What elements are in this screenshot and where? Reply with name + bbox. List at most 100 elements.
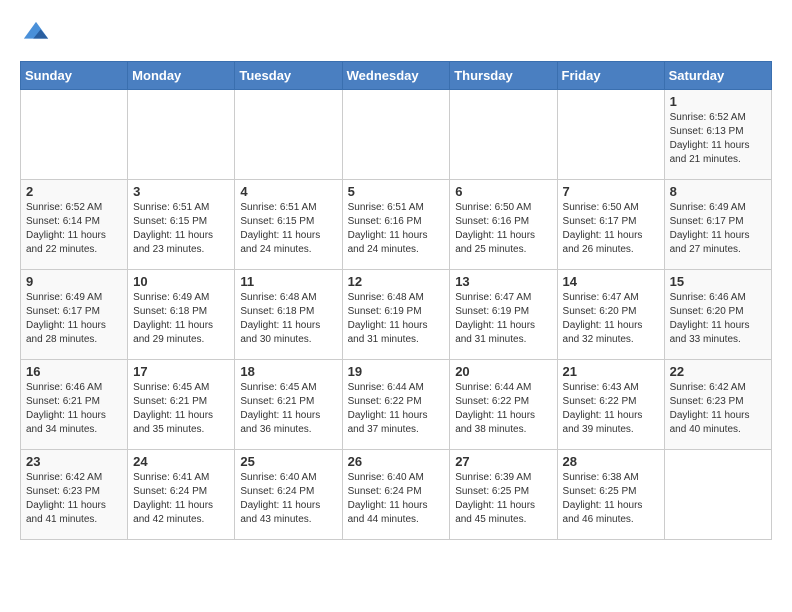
calendar-cell: 6Sunrise: 6:50 AM Sunset: 6:16 PM Daylig… bbox=[450, 180, 557, 270]
calendar-week-row: 23 Sunrise: 6:42 AM Sunset: 6:23 PM Dayli… bbox=[21, 450, 772, 540]
calendar-cell: 3 Sunrise: 6:51 AM Sunset: 6:15 PM Daylig… bbox=[128, 180, 235, 270]
calendar-cell: 15 Sunrise: 6:46 AM Sunset: 6:20 PM Dayli… bbox=[664, 270, 771, 360]
day-number: 19 bbox=[348, 364, 445, 379]
day-info: Sunrise: 6:51 AM Sunset: 6:15 PM Dayligh… bbox=[240, 201, 336, 257]
logo bbox=[20, 20, 50, 53]
weekday-header: Saturday bbox=[664, 62, 771, 90]
day-info: Sunrise: 6:42 AM Sunset: 6:23 PM Dayligh… bbox=[670, 381, 766, 437]
calendar-cell bbox=[557, 90, 664, 180]
day-info: Sunrise: 6:47 AM Sunset: 6:20 PM Dayligh… bbox=[563, 291, 659, 347]
calendar-table: SundayMondayTuesdayWednesdayThursdayFrid… bbox=[20, 61, 772, 540]
day-number: 14 bbox=[563, 274, 659, 289]
calendar-cell: 12 Sunrise: 6:48 AM Sunset: 6:19 PM Dayli… bbox=[342, 270, 450, 360]
day-number: 4 bbox=[240, 184, 336, 199]
day-info: Sunrise: 6:41 AM Sunset: 6:24 PM Dayligh… bbox=[133, 471, 229, 527]
day-info: Sunrise: 6:44 AM Sunset: 6:22 PM Dayligh… bbox=[348, 381, 445, 437]
day-info: Sunrise: 6:51 AM Sunset: 6:15 PM Dayligh… bbox=[133, 201, 229, 257]
day-info: Sunrise: 6:46 AM Sunset: 6:20 PM Dayligh… bbox=[670, 291, 766, 347]
day-number: 10 bbox=[133, 274, 229, 289]
calendar-cell: 17 Sunrise: 6:45 AM Sunset: 6:21 PM Dayli… bbox=[128, 360, 235, 450]
calendar-week-row: 2 Sunrise: 6:52 AM Sunset: 6:14 PM Daylig… bbox=[21, 180, 772, 270]
day-info: Sunrise: 6:42 AM Sunset: 6:23 PM Dayligh… bbox=[26, 471, 122, 527]
day-number: 6 bbox=[455, 184, 551, 199]
day-number: 15 bbox=[670, 274, 766, 289]
calendar-cell: 5Sunrise: 6:51 AM Sunset: 6:16 PM Daylig… bbox=[342, 180, 450, 270]
calendar-cell: 13 Sunrise: 6:47 AM Sunset: 6:19 PM Dayli… bbox=[450, 270, 557, 360]
calendar-cell: 9 Sunrise: 6:49 AM Sunset: 6:17 PM Daylig… bbox=[21, 270, 128, 360]
day-info: Sunrise: 6:46 AM Sunset: 6:21 PM Dayligh… bbox=[26, 381, 122, 437]
calendar-cell: 25 Sunrise: 6:40 AM Sunset: 6:24 PM Dayli… bbox=[235, 450, 342, 540]
day-number: 16 bbox=[26, 364, 122, 379]
day-info: Sunrise: 6:38 AM Sunset: 6:25 PM Dayligh… bbox=[563, 471, 659, 527]
calendar-cell: 10 Sunrise: 6:49 AM Sunset: 6:18 PM Dayli… bbox=[128, 270, 235, 360]
day-info: Sunrise: 6:44 AM Sunset: 6:22 PM Dayligh… bbox=[455, 381, 551, 437]
calendar-cell bbox=[128, 90, 235, 180]
calendar-cell: 27 Sunrise: 6:39 AM Sunset: 6:25 PM Dayli… bbox=[450, 450, 557, 540]
day-info: Sunrise: 6:49 AM Sunset: 6:18 PM Dayligh… bbox=[133, 291, 229, 347]
day-info: Sunrise: 6:50 AM Sunset: 6:17 PM Dayligh… bbox=[563, 201, 659, 257]
day-info: Sunrise: 6:52 AM Sunset: 6:14 PM Dayligh… bbox=[26, 201, 122, 257]
calendar-cell: 18 Sunrise: 6:45 AM Sunset: 6:21 PM Dayli… bbox=[235, 360, 342, 450]
day-number: 5 bbox=[348, 184, 445, 199]
day-info: Sunrise: 6:43 AM Sunset: 6:22 PM Dayligh… bbox=[563, 381, 659, 437]
weekday-header: Monday bbox=[128, 62, 235, 90]
day-info: Sunrise: 6:45 AM Sunset: 6:21 PM Dayligh… bbox=[133, 381, 229, 437]
weekday-header: Tuesday bbox=[235, 62, 342, 90]
day-number: 8 bbox=[670, 184, 766, 199]
day-number: 20 bbox=[455, 364, 551, 379]
calendar-week-row: 9 Sunrise: 6:49 AM Sunset: 6:17 PM Daylig… bbox=[21, 270, 772, 360]
calendar-cell bbox=[235, 90, 342, 180]
calendar-cell: 1 Sunrise: 6:52 AM Sunset: 6:13 PM Daylig… bbox=[664, 90, 771, 180]
day-info: Sunrise: 6:39 AM Sunset: 6:25 PM Dayligh… bbox=[455, 471, 551, 527]
calendar-week-row: 1 Sunrise: 6:52 AM Sunset: 6:13 PM Daylig… bbox=[21, 90, 772, 180]
calendar-cell: 7 Sunrise: 6:50 AM Sunset: 6:17 PM Daylig… bbox=[557, 180, 664, 270]
day-number: 3 bbox=[133, 184, 229, 199]
day-number: 18 bbox=[240, 364, 336, 379]
day-number: 11 bbox=[240, 274, 336, 289]
weekday-header-row: SundayMondayTuesdayWednesdayThursdayFrid… bbox=[21, 62, 772, 90]
calendar-cell: 4 Sunrise: 6:51 AM Sunset: 6:15 PM Daylig… bbox=[235, 180, 342, 270]
calendar-cell: 24 Sunrise: 6:41 AM Sunset: 6:24 PM Dayli… bbox=[128, 450, 235, 540]
calendar-cell: 28 Sunrise: 6:38 AM Sunset: 6:25 PM Dayli… bbox=[557, 450, 664, 540]
calendar-cell: 20 Sunrise: 6:44 AM Sunset: 6:22 PM Dayli… bbox=[450, 360, 557, 450]
calendar-cell bbox=[664, 450, 771, 540]
calendar-cell: 8 Sunrise: 6:49 AM Sunset: 6:17 PM Daylig… bbox=[664, 180, 771, 270]
day-number: 17 bbox=[133, 364, 229, 379]
calendar-cell: 19 Sunrise: 6:44 AM Sunset: 6:22 PM Dayli… bbox=[342, 360, 450, 450]
day-info: Sunrise: 6:52 AM Sunset: 6:13 PM Dayligh… bbox=[670, 111, 766, 167]
calendar-cell: 16 Sunrise: 6:46 AM Sunset: 6:21 PM Dayli… bbox=[21, 360, 128, 450]
weekday-header: Friday bbox=[557, 62, 664, 90]
day-info: Sunrise: 6:48 AM Sunset: 6:19 PM Dayligh… bbox=[348, 291, 445, 347]
day-number: 23 bbox=[26, 454, 122, 469]
day-info: Sunrise: 6:40 AM Sunset: 6:24 PM Dayligh… bbox=[348, 471, 445, 527]
day-number: 2 bbox=[26, 184, 122, 199]
day-number: 1 bbox=[670, 94, 766, 109]
day-info: Sunrise: 6:40 AM Sunset: 6:24 PM Dayligh… bbox=[240, 471, 336, 527]
day-number: 9 bbox=[26, 274, 122, 289]
day-number: 13 bbox=[455, 274, 551, 289]
calendar-cell: 11 Sunrise: 6:48 AM Sunset: 6:18 PM Dayli… bbox=[235, 270, 342, 360]
calendar-cell: 22 Sunrise: 6:42 AM Sunset: 6:23 PM Dayli… bbox=[664, 360, 771, 450]
calendar-cell bbox=[21, 90, 128, 180]
day-info: Sunrise: 6:47 AM Sunset: 6:19 PM Dayligh… bbox=[455, 291, 551, 347]
day-info: Sunrise: 6:48 AM Sunset: 6:18 PM Dayligh… bbox=[240, 291, 336, 347]
day-number: 25 bbox=[240, 454, 336, 469]
day-number: 26 bbox=[348, 454, 445, 469]
calendar-cell: 2 Sunrise: 6:52 AM Sunset: 6:14 PM Daylig… bbox=[21, 180, 128, 270]
calendar-week-row: 16 Sunrise: 6:46 AM Sunset: 6:21 PM Dayli… bbox=[21, 360, 772, 450]
weekday-header: Sunday bbox=[21, 62, 128, 90]
day-number: 21 bbox=[563, 364, 659, 379]
day-info: Sunrise: 6:45 AM Sunset: 6:21 PM Dayligh… bbox=[240, 381, 336, 437]
logo-icon bbox=[22, 20, 50, 48]
calendar-cell: 21 Sunrise: 6:43 AM Sunset: 6:22 PM Dayli… bbox=[557, 360, 664, 450]
day-number: 24 bbox=[133, 454, 229, 469]
day-number: 12 bbox=[348, 274, 445, 289]
day-info: Sunrise: 6:49 AM Sunset: 6:17 PM Dayligh… bbox=[670, 201, 766, 257]
calendar-cell bbox=[342, 90, 450, 180]
day-number: 27 bbox=[455, 454, 551, 469]
day-info: Sunrise: 6:49 AM Sunset: 6:17 PM Dayligh… bbox=[26, 291, 122, 347]
calendar-cell bbox=[450, 90, 557, 180]
day-number: 22 bbox=[670, 364, 766, 379]
day-number: 28 bbox=[563, 454, 659, 469]
day-number: 7 bbox=[563, 184, 659, 199]
